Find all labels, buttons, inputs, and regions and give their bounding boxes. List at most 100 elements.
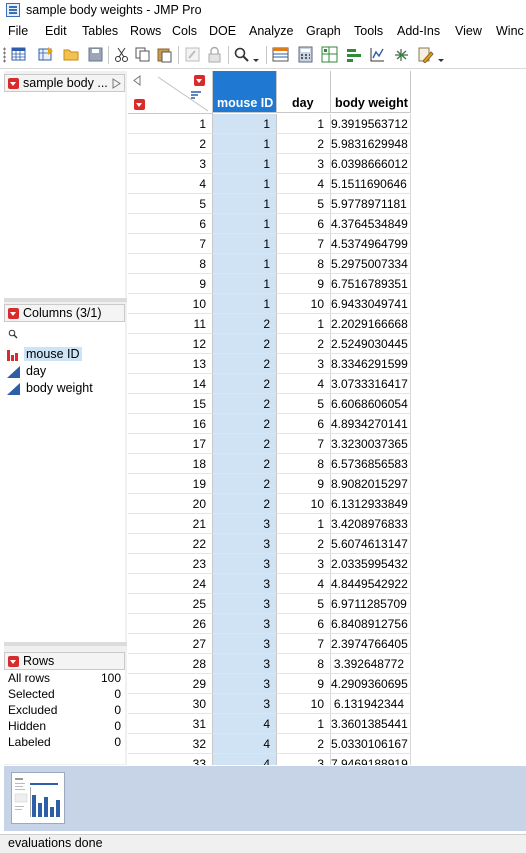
copy-icon[interactable] [134, 46, 151, 63]
cell-mouse-id[interactable]: 2 [213, 474, 277, 494]
row-number[interactable]: 26 [128, 614, 213, 634]
table-row[interactable]: 14 2 4 3.0733316417 [128, 374, 526, 394]
table-row[interactable]: 33 4 3 7.9469188919 [128, 754, 526, 765]
cell-body-weight[interactable]: 6.6068606054 [331, 394, 411, 414]
graph-builder-icon[interactable] [321, 46, 338, 63]
cell-mouse-id[interactable]: 1 [213, 134, 277, 154]
cell-day[interactable]: 7 [277, 234, 331, 254]
menu-view[interactable]: View [455, 24, 482, 38]
cell-body-weight[interactable]: 2.2029166668 [331, 314, 411, 334]
cell-day[interactable]: 10 [277, 694, 331, 714]
row-number[interactable]: 31 [128, 714, 213, 734]
cell-mouse-id[interactable]: 2 [213, 454, 277, 474]
row-number[interactable]: 22 [128, 534, 213, 554]
format-icon[interactable] [184, 46, 201, 63]
cut-icon[interactable] [113, 46, 130, 63]
cell-day[interactable]: 10 [277, 294, 331, 314]
cell-mouse-id[interactable]: 1 [213, 234, 277, 254]
cell-body-weight[interactable]: 9.3919563712 [331, 114, 411, 134]
row-number[interactable]: 21 [128, 514, 213, 534]
cell-body-weight[interactable]: 6.131942344 [331, 694, 411, 714]
cell-body-weight[interactable]: 2.5249030445 [331, 334, 411, 354]
cell-mouse-id[interactable]: 3 [213, 654, 277, 674]
cell-day[interactable]: 5 [277, 194, 331, 214]
table-row[interactable]: 17 2 7 3.3230037365 [128, 434, 526, 454]
table-row[interactable]: 28 3 8 3.392648772 [128, 654, 526, 674]
table-row[interactable]: 12 2 2 2.5249030445 [128, 334, 526, 354]
script-icon[interactable] [417, 46, 434, 63]
cell-day[interactable]: 2 [277, 334, 331, 354]
menu-add-ins[interactable]: Add-Ins [397, 24, 440, 38]
cell-mouse-id[interactable]: 3 [213, 574, 277, 594]
cell-mouse-id[interactable]: 3 [213, 514, 277, 534]
menu-window[interactable]: Winc [496, 24, 524, 38]
table-row[interactable]: 29 3 9 4.2909360695 [128, 674, 526, 694]
cell-mouse-id[interactable]: 3 [213, 614, 277, 634]
cell-mouse-id[interactable]: 1 [213, 154, 277, 174]
table-panel-header[interactable]: sample body ... [4, 74, 125, 92]
table-row[interactable]: 23 3 3 2.0335995432 [128, 554, 526, 574]
cell-day[interactable]: 4 [277, 574, 331, 594]
cell-mouse-id[interactable]: 1 [213, 194, 277, 214]
table-row[interactable]: 25 3 5 6.9711285709 [128, 594, 526, 614]
cell-body-weight[interactable]: 5.6074613147 [331, 534, 411, 554]
rows-stat-selected[interactable]: Selected 0 [8, 687, 121, 703]
cell-body-weight[interactable]: 3.4208976833 [331, 514, 411, 534]
cell-mouse-id[interactable]: 2 [213, 434, 277, 454]
cell-day[interactable]: 8 [277, 454, 331, 474]
select-columns-icon[interactable] [190, 90, 202, 100]
cell-body-weight[interactable]: 6.1312933849 [331, 494, 411, 514]
data-grid-icon[interactable] [272, 46, 289, 63]
scatter-icon[interactable] [393, 46, 410, 63]
row-number[interactable]: 17 [128, 434, 213, 454]
dropdown-icon[interactable] [252, 46, 260, 63]
table-row[interactable]: 18 2 8 6.5736856583 [128, 454, 526, 474]
row-number[interactable]: 3 [128, 154, 213, 174]
cell-body-weight[interactable]: 4.2909360695 [331, 674, 411, 694]
cell-day[interactable]: 3 [277, 354, 331, 374]
table-row[interactable]: 26 3 6 6.8408912756 [128, 614, 526, 634]
cell-body-weight[interactable]: 6.5736856583 [331, 454, 411, 474]
table-row[interactable]: 2 1 2 5.9831629948 [128, 134, 526, 154]
cell-body-weight[interactable]: 8.9082015297 [331, 474, 411, 494]
cell-day[interactable]: 1 [277, 114, 331, 134]
cell-mouse-id[interactable]: 1 [213, 174, 277, 194]
row-number[interactable]: 19 [128, 474, 213, 494]
row-number[interactable]: 25 [128, 594, 213, 614]
menu-edit[interactable]: Edit [45, 24, 67, 38]
menu-rows[interactable]: Rows [130, 24, 161, 38]
row-number[interactable]: 29 [128, 674, 213, 694]
distribution-icon[interactable] [369, 46, 386, 63]
cell-body-weight[interactable]: 6.9711285709 [331, 594, 411, 614]
open-folder-icon[interactable] [63, 46, 80, 63]
table-row[interactable]: 11 2 1 2.2029166668 [128, 314, 526, 334]
panel-splitter[interactable] [4, 298, 127, 302]
row-number[interactable]: 14 [128, 374, 213, 394]
row-number[interactable]: 7 [128, 234, 213, 254]
cell-day[interactable]: 8 [277, 654, 331, 674]
cell-mouse-id[interactable]: 1 [213, 294, 277, 314]
table-row[interactable]: 6 1 6 4.3764534849 [128, 214, 526, 234]
table-row[interactable]: 3 1 3 6.0398666012 [128, 154, 526, 174]
row-number[interactable]: 6 [128, 214, 213, 234]
cell-body-weight[interactable]: 3.3230037365 [331, 434, 411, 454]
table-row[interactable]: 1 1 1 9.3919563712 [128, 114, 526, 134]
column-header-day[interactable]: day [277, 71, 331, 113]
cell-day[interactable]: 3 [277, 154, 331, 174]
table-row[interactable]: 15 2 5 6.6068606054 [128, 394, 526, 414]
cell-day[interactable]: 2 [277, 534, 331, 554]
cell-body-weight[interactable]: 6.0398666012 [331, 154, 411, 174]
cell-body-weight[interactable]: 6.7516789351 [331, 274, 411, 294]
cell-day[interactable]: 4 [277, 174, 331, 194]
rows-stat-all[interactable]: All rows 100 [8, 671, 121, 687]
table-row[interactable]: 4 1 4 5.1511690646 [128, 174, 526, 194]
table-row[interactable]: 16 2 6 4.8934270141 [128, 414, 526, 434]
table-row[interactable]: 24 3 4 4.8449542922 [128, 574, 526, 594]
open-table-icon[interactable] [38, 46, 55, 63]
menu-analyze[interactable]: Analyze [249, 24, 293, 38]
cell-mouse-id[interactable]: 3 [213, 634, 277, 654]
table-row[interactable]: 9 1 9 6.7516789351 [128, 274, 526, 294]
row-number[interactable]: 1 [128, 114, 213, 134]
row-number[interactable]: 18 [128, 454, 213, 474]
cell-body-weight[interactable]: 6.9433049741 [331, 294, 411, 314]
